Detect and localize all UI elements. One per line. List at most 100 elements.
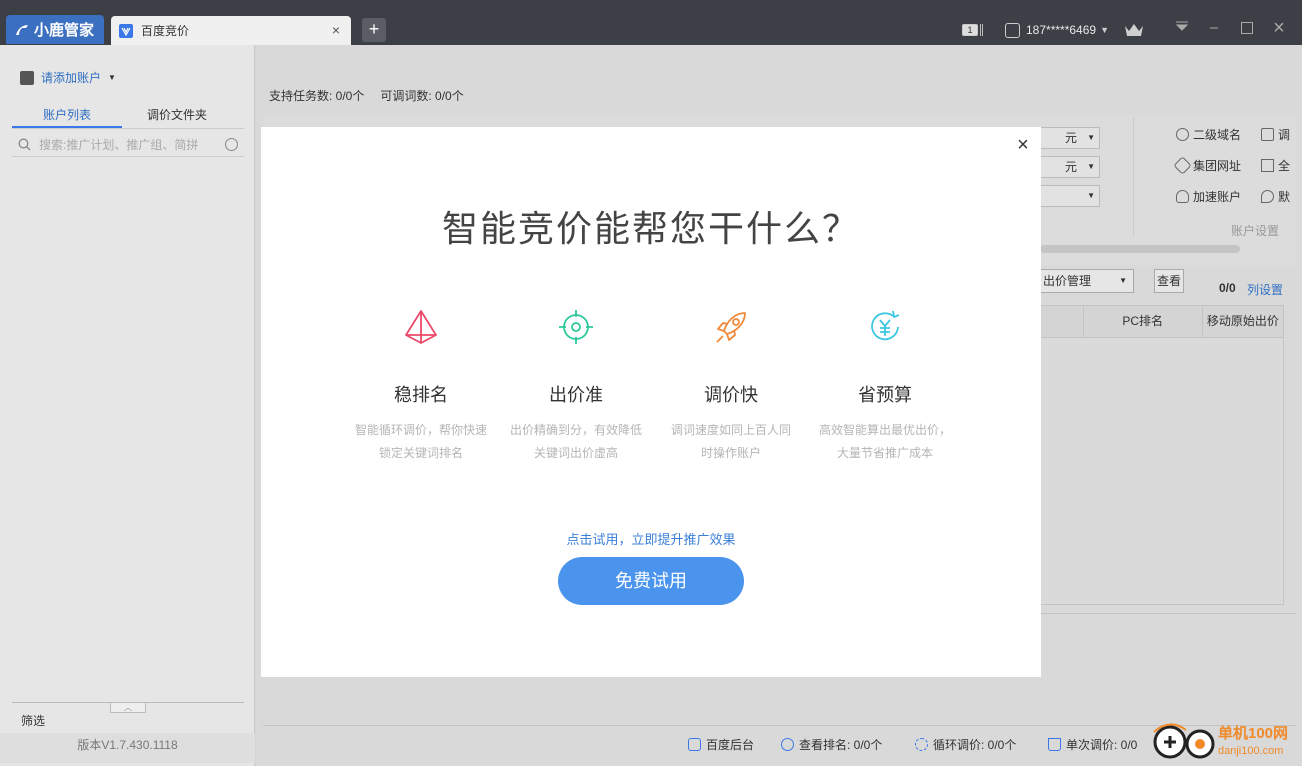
view-rank-status[interactable]: 查看排名: 0/0个	[781, 736, 882, 753]
feature-desc: 智能循环调价，帮你快速 锁定关键词排名	[351, 419, 491, 465]
feature-desc-line: 锁定关键词排名	[378, 446, 463, 460]
table-header: PC排名 移动原始出价	[1041, 306, 1283, 338]
feature-title: 稳排名	[394, 385, 448, 405]
history-clock-icon[interactable]	[225, 138, 238, 151]
notification-icon	[980, 24, 983, 36]
deer-logo-icon	[16, 24, 28, 35]
caret-down-icon: ▼	[108, 73, 116, 82]
feature-desc: 调词速度如同上百人同 时操作账户	[661, 419, 801, 465]
setting-group-url[interactable]: 集团网址	[1173, 156, 1241, 175]
loop-bid-status[interactable]: 循环调价: 0/0个	[915, 736, 1016, 753]
header-mobile-bid[interactable]: 移动原始出价	[1201, 306, 1283, 337]
tab-bid-folder[interactable]: 调价文件夹	[122, 105, 232, 128]
version-label: 版本V1.7.430.1118	[0, 733, 255, 763]
filter-label[interactable]: 筛选	[21, 712, 45, 729]
feature-save-budget: 省预算 高效智能算出最优出价， 大量节省推广成本	[815, 307, 955, 465]
tab-baidu-bidding[interactable]: 百度竞价 ×	[111, 16, 351, 45]
feature-desc-line: 智能循环调价，帮你快速	[354, 423, 487, 437]
crosshair-icon	[559, 310, 593, 344]
view-button[interactable]: 查看	[1154, 269, 1184, 293]
tab-account-list[interactable]: 账户列表	[12, 105, 122, 128]
setting-right-2[interactable]: 全	[1261, 157, 1290, 174]
filter-icon	[1261, 128, 1274, 141]
baidu-bid-icon	[119, 23, 133, 38]
setting-right-1[interactable]: 调	[1261, 126, 1290, 143]
location-pin-icon	[1261, 190, 1274, 203]
feature-desc-line: 调词速度如同上百人同	[670, 423, 791, 437]
close-modal-button[interactable]: ×	[1014, 135, 1032, 155]
vip-crown-button[interactable]	[1124, 18, 1144, 42]
feature-title: 出价准	[549, 385, 603, 405]
minimize-button[interactable]: –	[1206, 20, 1222, 36]
bid-management-value: 出价管理	[1043, 274, 1092, 288]
user-phone: 187*****6469	[1026, 23, 1097, 37]
app-logo[interactable]: 小鹿管家	[6, 15, 104, 44]
account-settings-label: 账户设置	[1231, 224, 1280, 238]
menu-dropdown-button[interactable]	[1174, 20, 1190, 36]
watermark-url: danji100.com	[1218, 745, 1284, 757]
new-tab-button[interactable]: +	[362, 18, 386, 42]
baidu-backend-link[interactable]: 百度后台	[688, 736, 754, 753]
single-bid-label: 单次调价: 0/0	[1066, 738, 1138, 752]
setting-right-3[interactable]: 默	[1261, 188, 1290, 205]
caret-down-icon: ▼	[1087, 162, 1095, 171]
free-trial-button[interactable]: 免费试用	[558, 557, 744, 605]
maximize-button[interactable]	[1239, 20, 1255, 36]
feature-accurate-bid: 出价准 出价精确到分，有效降低 关键词出价虚高	[506, 307, 646, 465]
loop-bid-label: 循环调价: 0/0个	[933, 738, 1017, 752]
search-input[interactable]: 搜索:推广计划、推广组、简拼	[39, 136, 198, 153]
single-bid-status[interactable]: 单次调价: 0/0	[1048, 736, 1137, 753]
user-icon	[1005, 22, 1020, 38]
yuan-refresh-icon	[871, 310, 900, 341]
setting-right-3-label: 默	[1278, 190, 1291, 204]
single-bid-icon	[1048, 738, 1061, 751]
close-tab-icon[interactable]: ×	[329, 23, 343, 37]
menu-triangle-icon	[1175, 21, 1189, 31]
collapse-filter-handle[interactable]: ︿	[110, 702, 146, 713]
unit-select-1[interactable]: 元 ▼	[1040, 127, 1100, 149]
caret-down-icon: ▼	[1119, 276, 1127, 285]
status-bar: 百度后台 查看排名: 0/0个 循环调价: 0/0个 单次调价: 0/0	[263, 725, 1296, 765]
feature-desc-line: 时操作账户	[700, 446, 761, 460]
unit-select-2-value: 元	[1065, 160, 1078, 174]
feature-desc-line: 高效智能算出最优出价，	[818, 423, 951, 437]
add-account-button[interactable]: 请添加账户 ▼	[20, 69, 116, 86]
rocket-icon	[716, 312, 746, 343]
view-rank-label: 查看排名: 0/0个	[799, 738, 883, 752]
watermark-logo-icon	[1153, 723, 1215, 759]
smart-bidding-modal: × 智能竞价能帮您干什么？ 稳排名 智能循环调价，帮你快速 锁定关键词排名 出价…	[261, 127, 1041, 677]
notification-badge: 1	[962, 24, 978, 36]
column-settings-link[interactable]: 列设置	[1247, 281, 1283, 298]
select-3[interactable]: ▼	[1040, 185, 1100, 207]
setting-speed-account-label: 加速账户	[1193, 190, 1242, 204]
feature-title: 调价快	[704, 385, 758, 405]
bid-management-select[interactable]: 出价管理 ▼	[1038, 269, 1134, 293]
pyramid-icon	[405, 310, 437, 344]
trial-hint-link[interactable]: 点击试用，立即提升推广效果	[261, 529, 1041, 548]
unit-select-1-value: 元	[1065, 131, 1078, 145]
title-bar: 小鹿管家 百度竞价 × + 1 187*****6469 ▼ – ×	[0, 0, 1302, 45]
keyword-table: PC排名 移动原始出价	[1040, 305, 1284, 605]
chevron-down-icon: ▼	[1100, 25, 1109, 35]
unit-select-2[interactable]: 元 ▼	[1040, 156, 1100, 178]
notification-area[interactable]: 1	[962, 18, 983, 42]
watermark-text: 单机100网	[1218, 725, 1289, 742]
feature-desc: 出价精确到分，有效降低 关键词出价虚高	[506, 419, 646, 465]
feature-desc-line: 关键词出价虚高	[533, 446, 618, 460]
sidebar: 请添加账户 ▼ 账户列表 调价文件夹 搜索:推广计划、推广组、简拼 ︿ 筛选 版…	[0, 45, 255, 766]
setting-speed-account[interactable]: 加速账户	[1176, 188, 1241, 205]
feature-desc-line: 大量节省推广成本	[836, 446, 933, 460]
close-window-button[interactable]: ×	[1271, 18, 1287, 38]
sidebar-tabs: 账户列表 调价文件夹	[12, 105, 244, 129]
user-menu[interactable]: 187*****6469 ▼	[1005, 18, 1109, 42]
sidebar-search[interactable]: 搜索:推广计划、推广组、简拼	[12, 133, 244, 157]
setting-subdomain-label: 二级域名	[1193, 128, 1242, 142]
setting-subdomain[interactable]: 二级域名	[1176, 126, 1241, 143]
header-pc-rank[interactable]: PC排名	[1082, 306, 1202, 337]
horizontal-scrollbar[interactable]	[1040, 245, 1240, 253]
baidu-backend-label: 百度后台	[706, 738, 755, 752]
scissors-icon	[1261, 159, 1274, 172]
app-name: 小鹿管家	[34, 22, 95, 39]
supported-tasks: 支持任务数: 0/0个	[269, 89, 365, 103]
panel-divider	[1133, 117, 1134, 237]
